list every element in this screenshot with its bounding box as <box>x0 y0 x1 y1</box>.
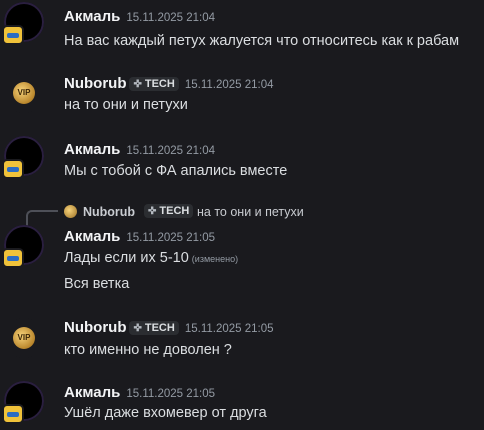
message-text: На вас каждый петух жалуется что относит… <box>64 33 460 49</box>
reply-avatar <box>64 205 77 218</box>
reply-text[interactable]: на то они и петухи <box>197 205 304 219</box>
author-name[interactable]: Nuborub <box>64 319 126 336</box>
timestamp: 15.11.2025 21:05 <box>184 323 274 335</box>
author-name[interactable]: Акмаль <box>64 8 120 25</box>
server-tag[interactable]: ✜ TECH <box>129 321 179 335</box>
timestamp: 15.11.2025 21:05 <box>126 388 216 400</box>
message-text: кто именно не доволен ? <box>64 342 232 358</box>
badge-icon <box>2 404 24 424</box>
edited-label: (изменено) <box>191 254 239 264</box>
message-text: Ушёл даже вхомевер от друга <box>64 405 267 421</box>
author-name[interactable]: Акмаль <box>64 384 120 401</box>
avatar[interactable] <box>2 225 44 268</box>
timestamp: 15.11.2025 21:05 <box>126 232 216 244</box>
timestamp: 15.11.2025 21:04 <box>126 12 216 24</box>
reply-connector <box>26 210 58 226</box>
vip-coin-icon: VIP <box>13 327 35 349</box>
vip-coin-icon: VIP <box>13 82 35 104</box>
author-name[interactable]: Акмаль <box>64 228 120 245</box>
timestamp: 15.11.2025 21:04 <box>184 79 274 91</box>
author-name[interactable]: Акмаль <box>64 141 120 158</box>
avatar[interactable] <box>2 381 44 424</box>
badge-icon <box>2 248 24 268</box>
server-tag[interactable]: ✜ TECH <box>129 77 179 91</box>
message-text: на то они и петухи <box>64 97 188 113</box>
badge-icon <box>2 159 24 179</box>
avatar[interactable]: VIP <box>4 73 44 113</box>
chat-messages: Акмаль 15.11.2025 21:04 На вас каждый пет… <box>0 0 484 430</box>
avatar[interactable] <box>2 2 44 45</box>
avatar[interactable]: VIP <box>4 318 44 358</box>
reply-author[interactable]: Nuborub <box>83 205 135 219</box>
author-name[interactable]: Nuborub <box>64 75 126 92</box>
gem-icon: ✜ <box>148 206 157 217</box>
gem-icon: ✜ <box>133 79 142 90</box>
reply-server-tag: ✜ TECH <box>144 204 194 218</box>
timestamp: 15.11.2025 21:04 <box>126 145 216 157</box>
badge-icon <box>2 25 24 45</box>
message-text: Мы с тобой с ФА апались вместе <box>64 163 288 179</box>
avatar[interactable] <box>2 136 44 179</box>
message-text: Лады если их 5-10 (изменено) <box>64 250 239 266</box>
message-text-2: Вся ветка <box>64 276 130 292</box>
gem-icon: ✜ <box>133 323 142 334</box>
